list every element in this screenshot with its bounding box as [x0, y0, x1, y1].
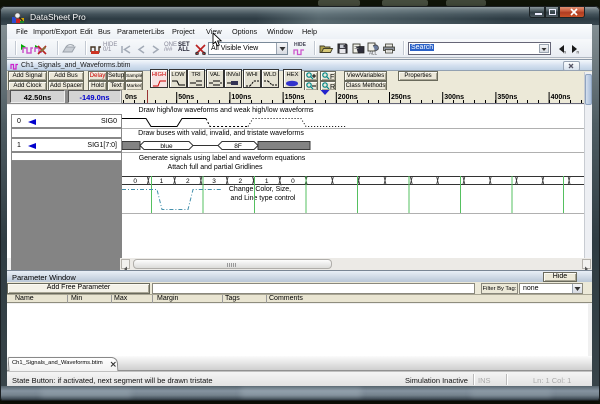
svg-text:F: F	[330, 74, 334, 80]
svg-text:300ns: 300ns	[444, 94, 464, 101]
svg-text:0: 0	[133, 178, 137, 185]
svg-text:1: 1	[265, 178, 269, 185]
svg-text:n: n	[564, 50, 567, 55]
svg-text:100ns: 100ns	[231, 94, 251, 101]
svg-text:350ns: 350ns	[497, 94, 517, 101]
svg-text:0: 0	[291, 178, 295, 185]
svg-text:2: 2	[186, 178, 190, 185]
svg-text:n: n	[577, 50, 580, 55]
svg-text:ALL: ALL	[369, 51, 378, 56]
svg-text:2: 2	[239, 178, 243, 185]
svg-text:200ns: 200ns	[338, 94, 358, 101]
svg-text:blue: blue	[160, 143, 173, 150]
svg-text:50ns: 50ns	[178, 94, 194, 101]
svg-text:0ns: 0ns	[125, 94, 137, 101]
svg-text:3: 3	[212, 178, 216, 185]
svg-text:150ns: 150ns	[285, 94, 305, 101]
svg-text:8F: 8F	[234, 143, 242, 150]
svg-text:250ns: 250ns	[391, 94, 411, 101]
svg-text:400ns: 400ns	[551, 94, 571, 101]
svg-text:1: 1	[160, 178, 164, 185]
